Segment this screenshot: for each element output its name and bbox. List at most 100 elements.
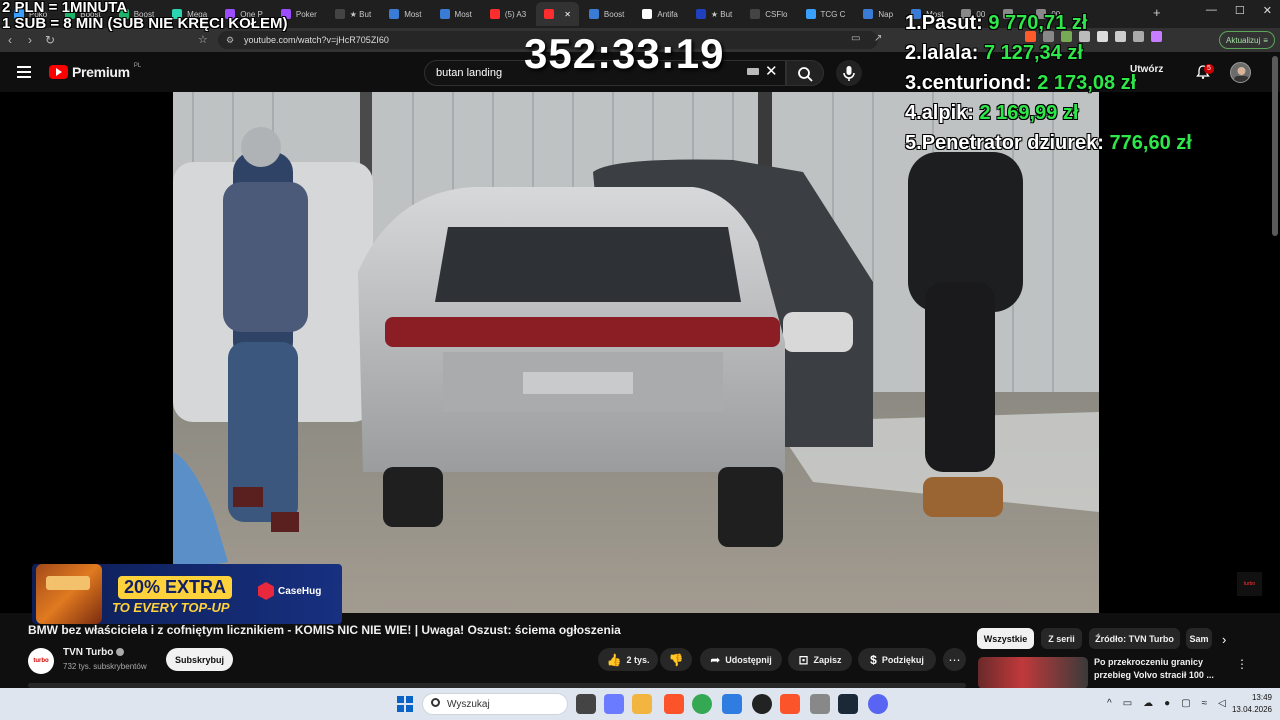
- store-icon[interactable]: [722, 694, 742, 714]
- tab-close-icon[interactable]: ✕: [564, 10, 571, 19]
- share-arrow-icon: ➦: [710, 652, 721, 667]
- url-text: youtube.com/watch?v=jHcR705ZI60: [244, 35, 389, 45]
- more-dots-icon: ⋯: [948, 652, 961, 667]
- calculator-icon[interactable]: [810, 694, 830, 714]
- chip-more[interactable]: Sam: [1186, 628, 1212, 649]
- youtube-logo[interactable]: Premium PL: [49, 63, 141, 80]
- channel-name[interactable]: TVN Turbo: [63, 647, 125, 658]
- reload-icon[interactable]: ↻: [40, 33, 60, 47]
- wifi-icon[interactable]: ≈: [1202, 698, 1208, 709]
- chip-source[interactable]: Źródło: TVN Turbo: [1089, 628, 1180, 649]
- back-icon[interactable]: ‹: [0, 33, 20, 47]
- tab-label: ★ But: [710, 9, 733, 19]
- youtube-play-icon: [49, 65, 68, 79]
- browser-tab[interactable]: CSFlo: [742, 2, 795, 26]
- leaderboard-row: 3.centuriond: 2 173,08 zł: [905, 72, 1137, 94]
- search-icon: [431, 698, 440, 707]
- subscriber-count: 732 tys. subskrybentów: [63, 662, 147, 671]
- casehug-logo-icon: [258, 582, 274, 600]
- cast-icon[interactable]: ▭: [851, 33, 860, 44]
- browser-tab[interactable]: (5) A3: [482, 2, 534, 26]
- steam-icon[interactable]: [838, 694, 858, 714]
- channel-watermark[interactable]: turbo: [1237, 572, 1262, 596]
- verified-check-icon: [116, 648, 125, 657]
- brave-browser-icon[interactable]: [780, 694, 800, 714]
- stream-promo-overlay: 2 PLN = 1MINUTA 1 SUB = 8 MIN (SUB NIE K…: [2, 0, 287, 32]
- hamburger-menu-icon[interactable]: [17, 66, 31, 78]
- browser-tab[interactable]: Boost: [581, 2, 632, 26]
- tab-favicon-icon: [750, 9, 761, 19]
- thanks-button[interactable]: $ Podziękuj: [858, 648, 936, 671]
- file-explorer-icon[interactable]: [632, 694, 652, 714]
- search-button[interactable]: [786, 60, 824, 86]
- windows-start-icon[interactable]: [397, 696, 413, 712]
- like-button[interactable]: 👍 2 tys.: [598, 648, 658, 671]
- maximize-icon[interactable]: ☐: [1235, 4, 1245, 17]
- browser-tab[interactable]: TCG C: [798, 2, 854, 26]
- network-icon[interactable]: ▭: [1123, 698, 1132, 709]
- chrome-icon[interactable]: [692, 694, 712, 714]
- update-button[interactable]: Aktualizuj ≡: [1219, 31, 1275, 49]
- voice-search-button[interactable]: [836, 60, 862, 86]
- tab-favicon-icon: [805, 9, 816, 19]
- tab-favicon-icon: [695, 9, 706, 19]
- forward-icon[interactable]: ›: [20, 33, 40, 47]
- channel-avatar[interactable]: turbo: [28, 648, 54, 674]
- task-view-icon[interactable]: [576, 694, 596, 714]
- chip-series[interactable]: Z serii: [1041, 628, 1082, 649]
- brave-browser-icon[interactable]: [664, 694, 684, 714]
- recommendation-title[interactable]: Po przekroczeniu granicy przebieg Volvo …: [1094, 656, 1214, 682]
- chevron-up-icon[interactable]: ^: [1107, 698, 1112, 709]
- taskbar-clock[interactable]: 13:49 13.04.2026: [1228, 692, 1272, 716]
- browser-tab[interactable]: Antifa: [634, 2, 685, 26]
- discord-icon[interactable]: [868, 694, 888, 714]
- menu-icon: ≡: [1263, 35, 1268, 45]
- video-frame[interactable]: [173, 92, 1099, 613]
- share-page-icon[interactable]: ↗: [874, 33, 882, 44]
- obs-icon[interactable]: [752, 694, 772, 714]
- promo-line-1: 2 PLN = 1MINUTA: [2, 0, 128, 16]
- tab-favicon-icon: [334, 9, 345, 19]
- treasure-chest-icon: [36, 564, 102, 624]
- cloud-icon[interactable]: ☁: [1143, 698, 1153, 709]
- leaderboard-row: 4.alpik: 2 169,99 zł: [905, 102, 1079, 124]
- dislike-button[interactable]: 👎: [660, 648, 692, 671]
- recommendation-menu-icon[interactable]: ⋮: [1236, 657, 1248, 671]
- bookmark-icon[interactable]: ☆: [198, 33, 208, 46]
- keyboard-icon[interactable]: [747, 68, 759, 75]
- tab-favicon-icon: [544, 9, 555, 19]
- recommendation-thumbnail[interactable]: [978, 657, 1088, 689]
- browser-tab[interactable]: ★ But: [688, 2, 740, 26]
- tab-label: Nap: [878, 9, 894, 19]
- close-icon[interactable]: ✕: [1263, 4, 1272, 17]
- casehug-logo: CaseHug: [258, 582, 321, 600]
- volume-icon[interactable]: ◁: [1218, 698, 1226, 709]
- page-scrollbar[interactable]: [1272, 56, 1278, 236]
- copilot-icon[interactable]: [604, 694, 624, 714]
- save-button[interactable]: ⊡ Zapisz: [788, 648, 852, 671]
- clear-search-icon[interactable]: ✕: [765, 62, 778, 80]
- avatar[interactable]: [1230, 62, 1251, 83]
- casehug-ad-banner[interactable]: 20% EXTRA TO EVERY TOP-UP CaseHug: [32, 564, 342, 624]
- tab-label: CSFlo: [765, 9, 788, 19]
- more-actions-button[interactable]: ⋯: [943, 648, 966, 671]
- minimize-icon[interactable]: —: [1206, 4, 1217, 17]
- browser-tab[interactable]: ✕: [536, 2, 579, 26]
- ad-badge: 20% EXTRA: [118, 576, 233, 599]
- site-info-icon[interactable]: ⚙: [226, 35, 234, 46]
- microphone-icon[interactable]: ●: [1164, 698, 1170, 709]
- system-tray: ^ ▭ ☁ ● ▢ ≈ ◁: [1107, 698, 1226, 709]
- subscribe-button[interactable]: Subskrybuj: [166, 648, 233, 671]
- browser-tab[interactable]: Most: [432, 2, 480, 26]
- chip-all[interactable]: Wszystkie: [977, 628, 1034, 649]
- monitor-icon[interactable]: ▢: [1181, 698, 1190, 709]
- stream-timer: 352:33:19: [524, 30, 725, 77]
- share-button[interactable]: ➦ Udostępnij: [700, 648, 782, 671]
- taskbar-search-input[interactable]: Wyszukaj: [422, 693, 568, 715]
- browser-tab[interactable]: ★ But: [327, 2, 379, 26]
- chevron-right-icon[interactable]: ›: [1222, 632, 1226, 647]
- tab-label: Poker: [295, 9, 317, 19]
- bookmark-icon: ⊡: [798, 652, 809, 667]
- browser-tab[interactable]: Nap: [855, 2, 901, 26]
- browser-tab[interactable]: Most: [381, 2, 429, 26]
